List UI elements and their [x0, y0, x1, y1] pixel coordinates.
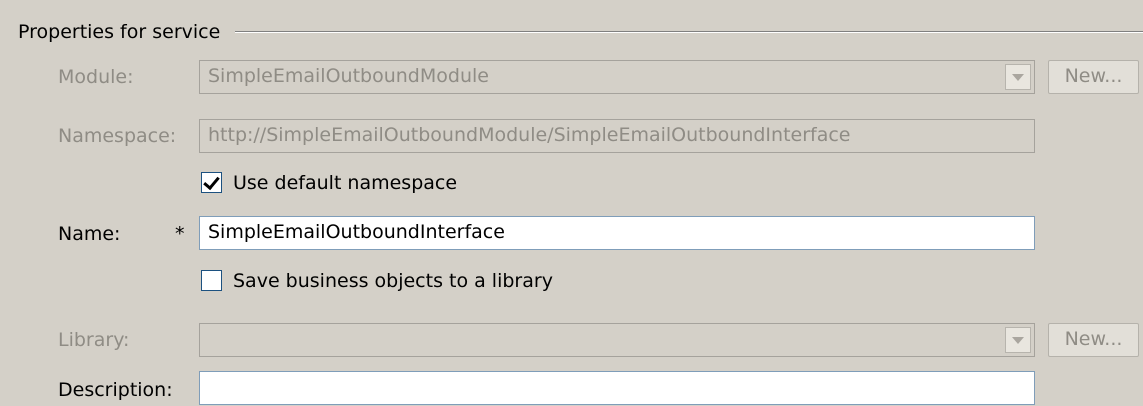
group-title: Properties for service [18, 18, 229, 46]
chevron-down-icon [1012, 336, 1024, 344]
use-default-namespace-label: Use default namespace [233, 172, 458, 194]
library-new-button[interactable]: New... [1048, 323, 1139, 357]
module-new-button[interactable]: New... [1048, 60, 1139, 94]
required-marker: * [175, 223, 185, 245]
namespace-label: Namespace: [58, 125, 177, 147]
namespace-field[interactable]: http://SimpleEmailOutboundModule/SimpleE… [199, 119, 1035, 153]
library-combo[interactable] [199, 323, 1035, 357]
name-label: Name: [58, 223, 121, 245]
module-value: SimpleEmailOutboundModule [208, 65, 489, 87]
use-default-namespace-checkbox[interactable] [201, 172, 222, 193]
description-input[interactable] [199, 371, 1035, 405]
library-label: Library: [58, 329, 130, 351]
save-to-library-checkbox[interactable] [201, 270, 222, 291]
module-dropdown-button[interactable] [1005, 64, 1031, 90]
module-combo[interactable]: SimpleEmailOutboundModule [199, 60, 1035, 94]
save-to-library-label: Save business objects to a library [233, 270, 553, 292]
chevron-down-icon [1012, 73, 1024, 81]
module-label: Module: [58, 66, 134, 88]
checkmark-icon [203, 172, 220, 190]
description-label: Description: [58, 379, 173, 401]
library-dropdown-button[interactable] [1005, 327, 1031, 353]
group-divider [235, 31, 1143, 33]
name-input[interactable]: SimpleEmailOutboundInterface [199, 216, 1035, 250]
